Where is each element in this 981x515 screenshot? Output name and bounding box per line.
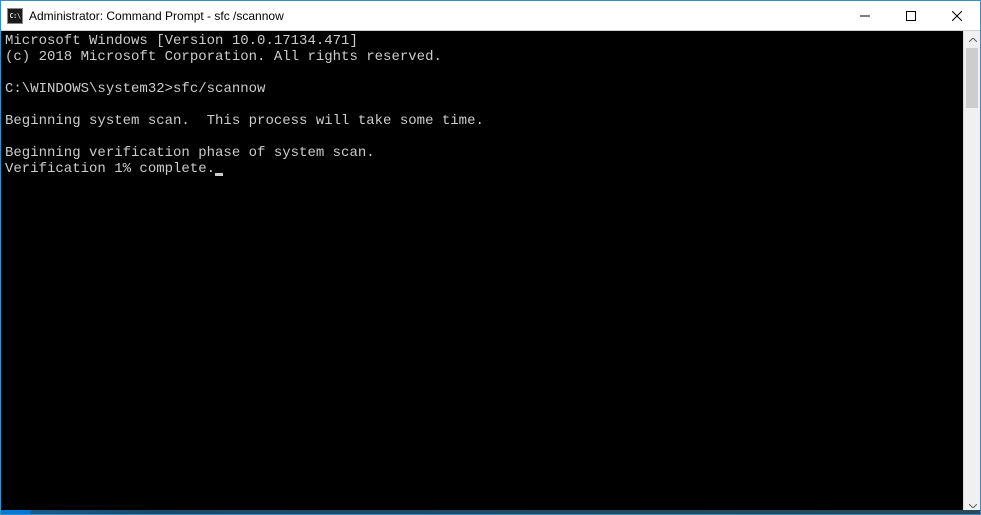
verification-phase-msg: Beginning verification phase of system s… (5, 145, 375, 161)
copyright-line: (c) 2018 Microsoft Corporation. All righ… (5, 49, 442, 65)
titlebar-left: C:\ Administrator: Command Prompt - sfc … (7, 8, 284, 24)
version-line: Microsoft Windows [Version 10.0.17134.47… (5, 33, 358, 49)
window-controls (842, 1, 980, 30)
maximize-icon (906, 11, 916, 21)
text-cursor (215, 173, 223, 176)
prompt-path: C:\WINDOWS\system32> (5, 81, 173, 97)
scan-begin-msg: Beginning system scan. This process will… (5, 113, 484, 129)
taskbar-sliver (1, 510, 980, 514)
vertical-scrollbar[interactable] (963, 31, 980, 514)
terminal-area: Microsoft Windows [Version 10.0.17134.47… (1, 31, 980, 514)
close-button[interactable] (934, 1, 980, 30)
command-prompt-window: C:\ Administrator: Command Prompt - sfc … (0, 0, 981, 515)
scroll-track[interactable] (964, 48, 980, 497)
terminal-output[interactable]: Microsoft Windows [Version 10.0.17134.47… (1, 31, 963, 514)
minimize-button[interactable] (842, 1, 888, 30)
titlebar[interactable]: C:\ Administrator: Command Prompt - sfc … (1, 1, 980, 31)
maximize-button[interactable] (888, 1, 934, 30)
window-title: Administrator: Command Prompt - sfc /sca… (29, 9, 284, 23)
entered-command: sfc/scannow (173, 81, 265, 97)
chevron-up-icon (969, 38, 977, 42)
cmd-icon: C:\ (7, 8, 23, 24)
scroll-thumb[interactable] (966, 48, 978, 108)
verification-progress-msg: Verification 1% complete. (5, 161, 215, 177)
chevron-down-icon (969, 504, 977, 508)
scroll-up-button[interactable] (964, 31, 980, 48)
minimize-icon (860, 11, 870, 21)
close-icon (952, 11, 962, 21)
